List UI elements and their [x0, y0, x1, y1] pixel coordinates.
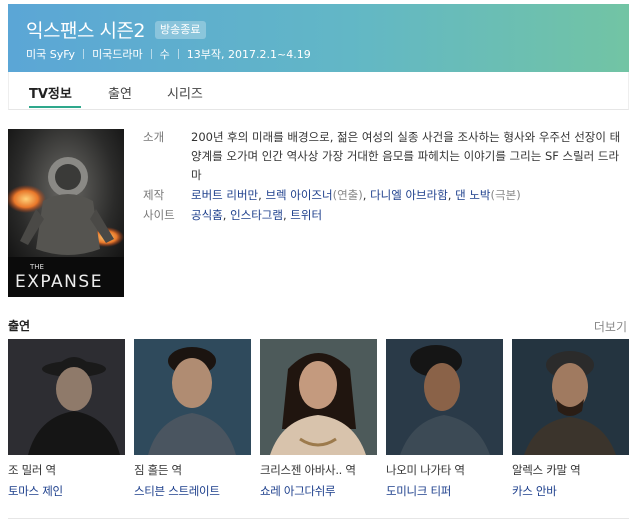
cast-photo[interactable]: [512, 339, 629, 455]
cast-card[interactable]: 크리스젠 아바사.. 역 쇼레 아그다쉬루: [260, 339, 377, 499]
section-divider: [8, 518, 629, 519]
svg-text:THE: THE: [29, 263, 44, 271]
summary-label: 소개: [143, 130, 165, 144]
cast-section-title: 출연: [8, 319, 31, 333]
site-label: 사이트: [143, 208, 175, 222]
cast-role: 조 밀러 역: [8, 463, 56, 477]
tab-bar: TV정보 출연 시리즈: [8, 72, 629, 110]
cast-actor[interactable]: 카스 안바: [512, 483, 629, 499]
meta-divider: [83, 49, 85, 59]
tab-tv-info[interactable]: TV정보: [29, 83, 72, 102]
meta-episodes: 13부작, 2017.2.1~4.19: [186, 48, 311, 61]
role-note: (극본): [490, 188, 521, 202]
cast-actor[interactable]: 쇼레 아그다쉬루: [260, 483, 377, 499]
tab-cast[interactable]: 출연: [108, 83, 132, 102]
tab-series[interactable]: 시리즈: [167, 83, 203, 102]
summary-text: 200년 후의 미래를 배경으로, 젊은 여성의 실종 사건을 조사하는 형사와…: [191, 130, 621, 182]
cast-photo[interactable]: [260, 339, 377, 455]
cast-role: 짐 홀든 역: [134, 463, 182, 477]
more-link[interactable]: 더보기: [594, 318, 627, 335]
cast-card[interactable]: 나오미 나가타 역 도미니크 티퍼: [386, 339, 503, 499]
meta-day: 수: [159, 48, 170, 61]
site-row: 사이트 공식홈, 인스타그램, 트위터: [143, 206, 621, 225]
writer-link[interactable]: 다니엘 아브라함: [370, 188, 448, 202]
meta-divider: [177, 49, 179, 59]
writer-link[interactable]: 댄 노박: [455, 188, 490, 202]
twitter-link[interactable]: 트위터: [290, 208, 322, 222]
site-list: 공식홈, 인스타그램, 트위터: [191, 208, 323, 222]
production-label: 제작: [143, 188, 165, 202]
director-link[interactable]: 브렉 아이즈너: [265, 188, 332, 202]
cast-photo[interactable]: [134, 339, 251, 455]
program-info: 소개 200년 후의 미래를 배경으로, 젊은 여성의 실종 사건을 조사하는 …: [143, 128, 621, 225]
active-tab-indicator: [29, 106, 81, 108]
cast-actor[interactable]: 도미니크 티퍼: [386, 483, 503, 499]
cast-photo[interactable]: [8, 339, 125, 455]
cast-card[interactable]: 짐 홀든 역 스티븐 스트레이트: [134, 339, 251, 499]
cast-role: 나오미 나가타 역: [386, 463, 465, 477]
cast-card[interactable]: 알렉스 카말 역 카스 안바: [512, 339, 629, 499]
cast-role: 알렉스 카말 역: [512, 463, 581, 477]
status-badge: 방송종료: [155, 20, 206, 39]
program-meta: 미국 SyFy 미국드라마 수 13부작, 2017.2.1~4.19: [26, 46, 311, 62]
cast-role: 크리스젠 아바사.. 역: [260, 463, 356, 477]
cast-actor[interactable]: 스티븐 스트레이트: [134, 483, 251, 499]
summary-row: 소개 200년 후의 미래를 배경으로, 젊은 여성의 실종 사건을 조사하는 …: [143, 128, 621, 185]
meta-divider: [150, 49, 152, 59]
program-title[interactable]: 익스팬스 시즌2: [26, 16, 146, 43]
instagram-link[interactable]: 인스타그램: [230, 208, 283, 222]
svg-text:EXPANSE: EXPANSE: [15, 272, 103, 292]
official-site-link[interactable]: 공식홈: [191, 208, 223, 222]
cast-actor[interactable]: 토마스 제인: [8, 483, 125, 499]
director-link[interactable]: 로버트 리버만: [191, 188, 258, 202]
meta-genre: 미국드라마: [92, 48, 143, 61]
production-row: 제작 로버트 리버만, 브렉 아이즈너(연출), 다니엘 아브라함, 댄 노박(…: [143, 186, 621, 205]
role-note: (연출): [332, 188, 363, 202]
poster-image[interactable]: THE EXPANSE: [8, 129, 124, 297]
cast-card[interactable]: 조 밀러 역 토마스 제인: [8, 339, 125, 499]
program-header: 익스팬스 시즌2 방송종료 미국 SyFy 미국드라마 수 13부작, 2017…: [8, 4, 629, 72]
title-row: 익스팬스 시즌2 방송종료: [26, 16, 206, 43]
production-list: 로버트 리버만, 브렉 아이즈너(연출), 다니엘 아브라함, 댄 노박(극본): [191, 188, 521, 202]
meta-channel: 미국 SyFy: [26, 48, 76, 61]
cast-photo[interactable]: [386, 339, 503, 455]
